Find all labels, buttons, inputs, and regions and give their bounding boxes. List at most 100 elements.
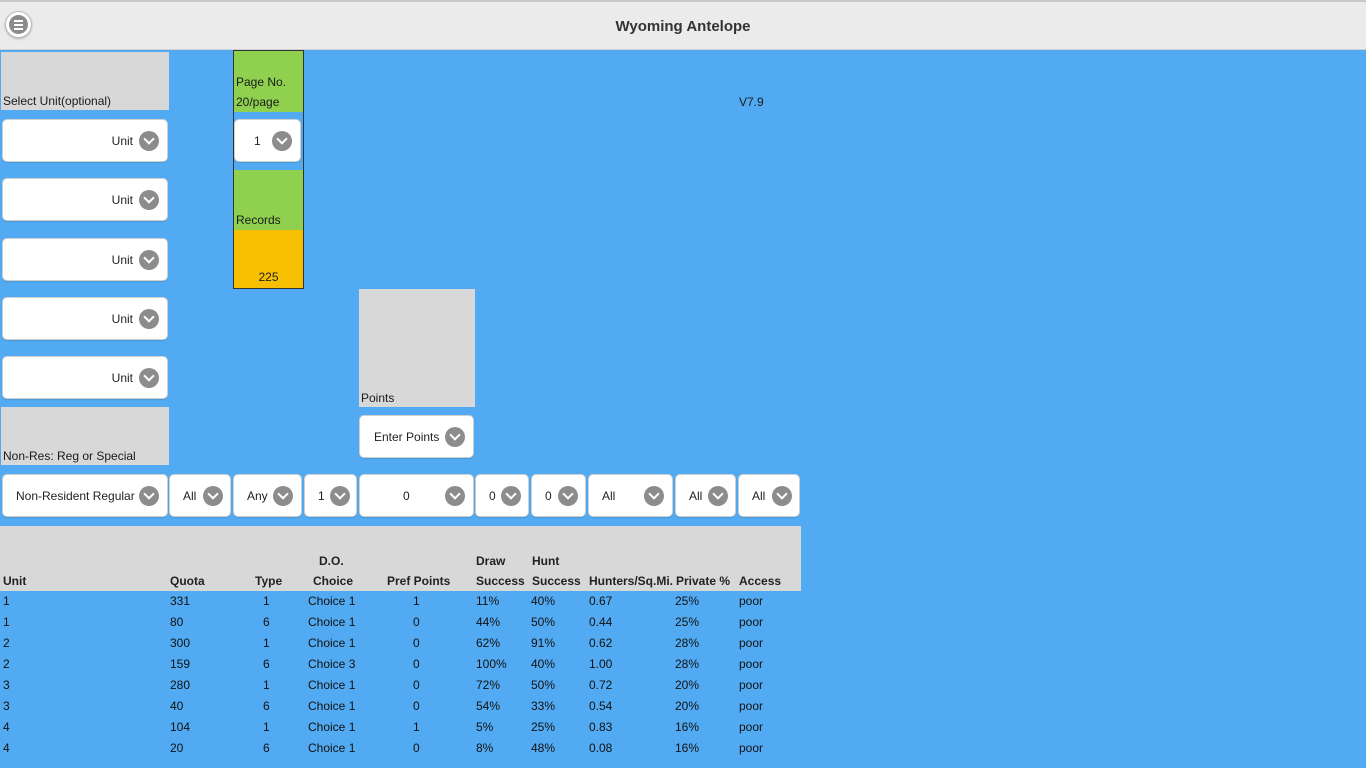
table-row[interactable]: 1 331 1 Choice 1 1 11% 40% 0.67 25% poor: [0, 591, 801, 612]
cell-hunters: 0.08: [589, 741, 613, 755]
private-filter-dropdown[interactable]: All: [675, 474, 736, 517]
chevron-down-icon: [139, 485, 159, 506]
cell-quota: 300: [170, 636, 191, 650]
cell-hunters: 1.00: [589, 657, 613, 671]
pref-points-filter-dropdown[interactable]: 0: [359, 474, 474, 517]
page-number-label: Page No.: [236, 75, 287, 89]
filter-value: All: [689, 488, 703, 503]
header-pref-points[interactable]: Pref Points: [387, 571, 450, 591]
page-number-label-box: Page No. 20/page: [233, 50, 304, 112]
cell-hunt-success: 91%: [531, 636, 556, 650]
table-body: 1 331 1 Choice 1 1 11% 40% 0.67 25% poor…: [0, 591, 801, 759]
cell-access: poor: [739, 699, 764, 713]
hunt-success-filter-dropdown[interactable]: 0: [531, 474, 586, 517]
header-hunt-success-line1[interactable]: Hunt: [532, 551, 559, 571]
cell-type: 1: [263, 594, 270, 608]
cell-do-choice: Choice 1: [308, 594, 356, 608]
cell-quota: 331: [170, 594, 191, 608]
hunters-filter-dropdown[interactable]: All: [588, 474, 673, 517]
header-do-choice-line1[interactable]: D.O.: [319, 551, 344, 571]
cell-type: 6: [263, 699, 270, 713]
header-private-percent[interactable]: Private %: [676, 571, 730, 591]
cell-private: 25%: [675, 615, 700, 629]
cell-hunters: 0.54: [589, 699, 613, 713]
residency-label-box: Non-Res: Reg or Special: [1, 407, 169, 465]
unit-dropdown-2[interactable]: Unit: [2, 178, 168, 221]
cell-hunt-success: 50%: [531, 615, 556, 629]
quota-filter-dropdown[interactable]: All: [169, 474, 231, 517]
header-unit[interactable]: Unit: [3, 571, 26, 591]
cell-quota: 280: [170, 678, 191, 692]
filter-value: 1: [318, 488, 325, 503]
header-access[interactable]: Access: [739, 571, 781, 591]
access-filter-dropdown[interactable]: All: [738, 474, 800, 517]
type-filter-dropdown[interactable]: Any: [233, 474, 302, 517]
title-bar: Wyoming Antelope: [0, 0, 1366, 50]
chevron-down-icon: [139, 130, 159, 151]
unit-dropdown-3[interactable]: Unit: [2, 238, 168, 281]
header-quota[interactable]: Quota: [170, 571, 205, 591]
table-row[interactable]: 2 159 6 Choice 3 0 100% 40% 1.00 28% poo…: [0, 654, 801, 675]
filter-value: All: [602, 488, 616, 503]
cell-private: 28%: [675, 636, 700, 650]
cell-draw-success: 62%: [476, 636, 501, 650]
cell-pref-points: 0: [413, 657, 420, 671]
unit-dropdown-label: Unit: [111, 252, 133, 267]
unit-dropdown-5[interactable]: Unit: [2, 356, 168, 399]
residency-filter-dropdown[interactable]: Non-Resident Regular: [2, 474, 168, 517]
cell-type: 6: [263, 615, 270, 629]
records-count: 225: [258, 270, 279, 284]
page-number-value: 1: [254, 133, 261, 148]
choice-filter-dropdown[interactable]: 1: [304, 474, 357, 517]
unit-dropdown-4[interactable]: Unit: [2, 297, 168, 340]
page-number-dropdown[interactable]: 1: [234, 119, 301, 162]
page-title: Wyoming Antelope: [615, 18, 751, 35]
cell-hunt-success: 40%: [531, 594, 556, 608]
draw-success-filter-dropdown[interactable]: 0: [475, 474, 529, 517]
enter-points-dropdown[interactable]: Enter Points: [359, 415, 474, 458]
unit-dropdown-label: Unit: [111, 370, 133, 385]
header-hunters-per-sq-mi[interactable]: Hunters/Sq.Mi.: [589, 571, 673, 591]
chevron-down-icon: [139, 189, 159, 210]
cell-quota: 159: [170, 657, 191, 671]
table-row[interactable]: 4 104 1 Choice 1 1 5% 25% 0.83 16% poor: [0, 717, 801, 738]
cell-pref-points: 0: [413, 678, 420, 692]
table-row[interactable]: 4 20 6 Choice 1 0 8% 48% 0.08 16% poor: [0, 738, 801, 759]
cell-quota: 80: [170, 615, 184, 629]
table-row[interactable]: 2 300 1 Choice 1 0 62% 91% 0.62 28% poor: [0, 633, 801, 654]
cell-hunters: 0.62: [589, 636, 613, 650]
cell-unit: 1: [3, 615, 10, 629]
cell-private: 16%: [675, 741, 700, 755]
cell-draw-success: 44%: [476, 615, 501, 629]
cell-draw-success: 8%: [476, 741, 494, 755]
app-version: V7.9: [739, 95, 764, 109]
header-draw-success-line1[interactable]: Draw: [476, 551, 505, 571]
chevron-down-icon: [445, 485, 465, 506]
cell-access: poor: [739, 615, 764, 629]
cell-access: poor: [739, 636, 764, 650]
header-do-choice-line2[interactable]: Choice: [313, 571, 353, 591]
table-header: Unit Quota Type D.O. Choice Pref Points …: [0, 526, 801, 591]
cell-hunt-success: 33%: [531, 699, 556, 713]
unit-dropdown-1[interactable]: Unit: [2, 119, 168, 162]
chevron-down-icon: [772, 485, 792, 506]
cell-access: poor: [739, 594, 764, 608]
cell-pref-points: 1: [413, 720, 420, 734]
header-draw-success-line2[interactable]: Success: [476, 571, 525, 591]
enter-points-label: Enter Points: [374, 429, 440, 444]
cell-private: 20%: [675, 678, 700, 692]
cell-type: 1: [263, 636, 270, 650]
table-row[interactable]: 3 280 1 Choice 1 0 72% 50% 0.72 20% poor: [0, 675, 801, 696]
table-row[interactable]: 3 40 6 Choice 1 0 54% 33% 0.54 20% poor: [0, 696, 801, 717]
header-hunt-success-line2[interactable]: Success: [532, 571, 581, 591]
cell-hunters: 0.83: [589, 720, 613, 734]
page-size-label: 20/page: [236, 95, 280, 109]
chevron-down-icon: [203, 485, 223, 506]
table-row[interactable]: 1 80 6 Choice 1 0 44% 50% 0.44 25% poor: [0, 612, 801, 633]
cell-hunters: 0.67: [589, 594, 613, 608]
cell-draw-success: 11%: [476, 594, 500, 608]
unit-dropdown-label: Unit: [111, 311, 133, 326]
filter-value: 0: [545, 488, 552, 503]
cell-unit: 2: [3, 636, 10, 650]
header-type[interactable]: Type: [255, 571, 282, 591]
